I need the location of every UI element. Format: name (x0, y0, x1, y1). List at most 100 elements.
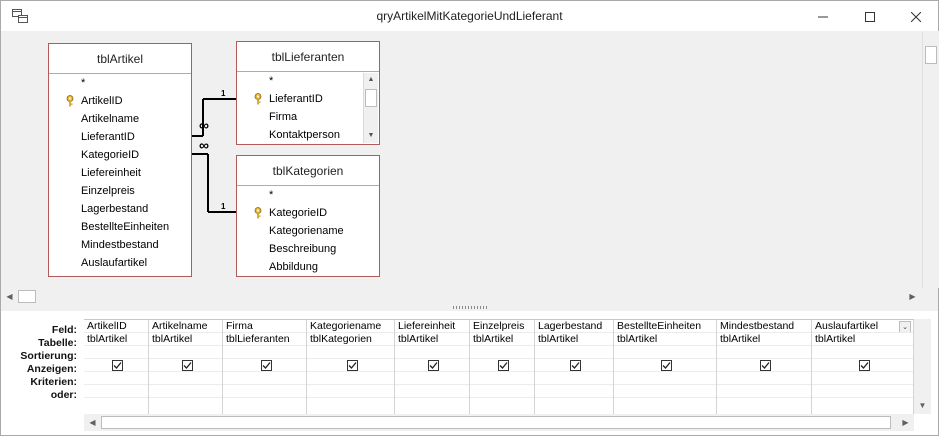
sort-cell[interactable] (395, 346, 469, 359)
or-cell[interactable] (812, 385, 913, 398)
table-cell[interactable]: tblArtikel (535, 333, 613, 346)
grid-column[interactable]: Auslaufartikel ⌄ tblArtikel (812, 320, 914, 415)
grid-column[interactable]: Einzelpreis tblArtikel (470, 320, 535, 415)
sort-cell[interactable] (535, 346, 613, 359)
show-checkbox[interactable] (346, 360, 358, 371)
table-title[interactable]: tblKategorien (237, 156, 379, 186)
table-cell[interactable]: tblArtikel (470, 333, 534, 346)
field-cell[interactable]: Liefereinheit (395, 320, 469, 333)
table-cell[interactable]: tblArtikel (149, 333, 222, 346)
or-cell[interactable] (717, 385, 811, 398)
show-checkbox[interactable] (760, 360, 771, 371)
field-cell[interactable]: Lagerbestand (535, 320, 613, 333)
sort-cell[interactable] (223, 346, 306, 359)
sort-cell[interactable] (717, 346, 811, 359)
field-cell[interactable]: BestellteEinheiten (614, 320, 716, 333)
grid-column[interactable]: BestellteEinheiten tblArtikel (614, 320, 717, 415)
or-cell[interactable] (149, 385, 222, 398)
field-item[interactable]: * (269, 186, 273, 204)
show-checkbox[interactable] (112, 360, 123, 371)
show-cell[interactable] (812, 359, 913, 372)
table-cell[interactable]: tblArtikel (812, 333, 913, 346)
field-cell[interactable]: Mindestbestand (717, 320, 811, 333)
table-cell[interactable]: tblLieferanten (223, 333, 306, 346)
show-checkbox[interactable] (858, 360, 870, 371)
or-cell[interactable] (395, 385, 469, 398)
field-item[interactable]: KategorieID (269, 204, 327, 222)
table-box-kategorien[interactable]: tblKategorien * KategorieID Kategorienam… (236, 155, 380, 277)
show-checkbox[interactable] (428, 360, 439, 371)
sort-cell[interactable] (149, 346, 222, 359)
field-item[interactable]: Lagerbestand (81, 200, 148, 218)
maximize-button[interactable] (847, 1, 893, 32)
criteria-cell[interactable] (614, 372, 716, 385)
field-item[interactable]: Auslaufartikel (81, 254, 147, 272)
show-checkbox[interactable] (498, 360, 509, 371)
field-cell[interactable]: Einzelpreis (470, 320, 534, 333)
table-box-lieferanten[interactable]: tblLieferanten * LieferantID Firma Konta… (236, 41, 380, 145)
scroll-up-icon[interactable]: ▲ (364, 73, 378, 87)
show-checkbox[interactable] (181, 360, 193, 371)
criteria-cell[interactable] (84, 372, 148, 385)
field-cell[interactable]: Artikelname (149, 320, 222, 333)
or-cell[interactable] (223, 385, 306, 398)
scroll-right-icon[interactable]: ▶ (897, 414, 914, 431)
grid-column[interactable]: Lagerbestand tblArtikel (535, 320, 614, 415)
table-cell[interactable]: tblArtikel (614, 333, 716, 346)
criteria-cell[interactable] (223, 372, 306, 385)
criteria-cell[interactable] (717, 372, 811, 385)
show-cell[interactable] (84, 359, 148, 372)
table-cell[interactable]: tblArtikel (717, 333, 811, 346)
sort-cell[interactable] (84, 346, 148, 359)
or-cell[interactable] (470, 385, 534, 398)
criteria-cell[interactable] (812, 372, 913, 385)
scroll-left-icon[interactable]: ◀ (84, 414, 101, 431)
table-title[interactable]: tblLieferanten (237, 42, 379, 72)
table-cell[interactable]: tblArtikel (84, 333, 148, 346)
show-cell[interactable] (535, 359, 613, 372)
field-item[interactable]: BestellteEinheiten (81, 218, 169, 236)
grid-horizontal-scrollbar[interactable]: ◀ ▶ (84, 414, 914, 431)
criteria-cell[interactable] (395, 372, 469, 385)
scroll-thumb[interactable] (18, 290, 36, 303)
field-item[interactable]: Einzelpreis (81, 182, 135, 200)
field-item[interactable]: * (81, 74, 85, 92)
scroll-thumb[interactable] (925, 46, 937, 64)
or-cell[interactable] (535, 385, 613, 398)
field-item[interactable]: Firma (269, 108, 297, 126)
table-cell[interactable]: tblArtikel (395, 333, 469, 346)
show-cell[interactable] (470, 359, 534, 372)
criteria-cell[interactable] (470, 372, 534, 385)
splitter-grip-icon[interactable] (453, 306, 489, 309)
field-item[interactable]: Abbildung (269, 258, 318, 276)
field-item[interactable]: Artikelname (81, 110, 139, 128)
scroll-thumb[interactable] (365, 89, 377, 107)
criteria-cell[interactable] (149, 372, 222, 385)
field-item[interactable]: * (269, 72, 273, 90)
field-item[interactable]: Liefereinheit (81, 164, 141, 182)
grid-column[interactable]: Firma tblLieferanten (223, 320, 307, 415)
scroll-right-icon[interactable]: ▶ (904, 288, 921, 305)
show-cell[interactable] (395, 359, 469, 372)
show-checkbox[interactable] (260, 360, 272, 371)
grid-column[interactable]: ArtikelID tblArtikel (84, 320, 149, 415)
or-cell[interactable] (84, 385, 148, 398)
scroll-down-icon[interactable]: ▼ (914, 397, 931, 414)
field-item[interactable]: LieferantID (81, 128, 135, 146)
chevron-down-icon[interactable]: ⌄ (899, 321, 911, 332)
show-cell[interactable] (717, 359, 811, 372)
grid-vertical-scrollbar[interactable]: ▼ (914, 319, 931, 414)
grid-column[interactable]: Kategoriename tblKategorien (307, 320, 395, 415)
grid-column[interactable]: Mindestbestand tblArtikel (717, 320, 812, 415)
show-cell[interactable] (614, 359, 716, 372)
criteria-cell[interactable] (307, 372, 394, 385)
field-item[interactable]: ArtikelID (81, 92, 123, 110)
field-cell[interactable]: Firma (223, 320, 306, 333)
show-checkbox[interactable] (570, 360, 581, 371)
grid-column[interactable]: Liefereinheit tblArtikel (395, 320, 470, 415)
field-item[interactable]: Beschreibung (269, 240, 336, 258)
upper-horizontal-scrollbar[interactable]: ◀ ▶ (1, 288, 921, 305)
table-cell[interactable]: tblKategorien (307, 333, 394, 346)
sort-cell[interactable] (812, 346, 913, 359)
table-scrollbar[interactable]: ▲ ▼ (363, 73, 378, 143)
